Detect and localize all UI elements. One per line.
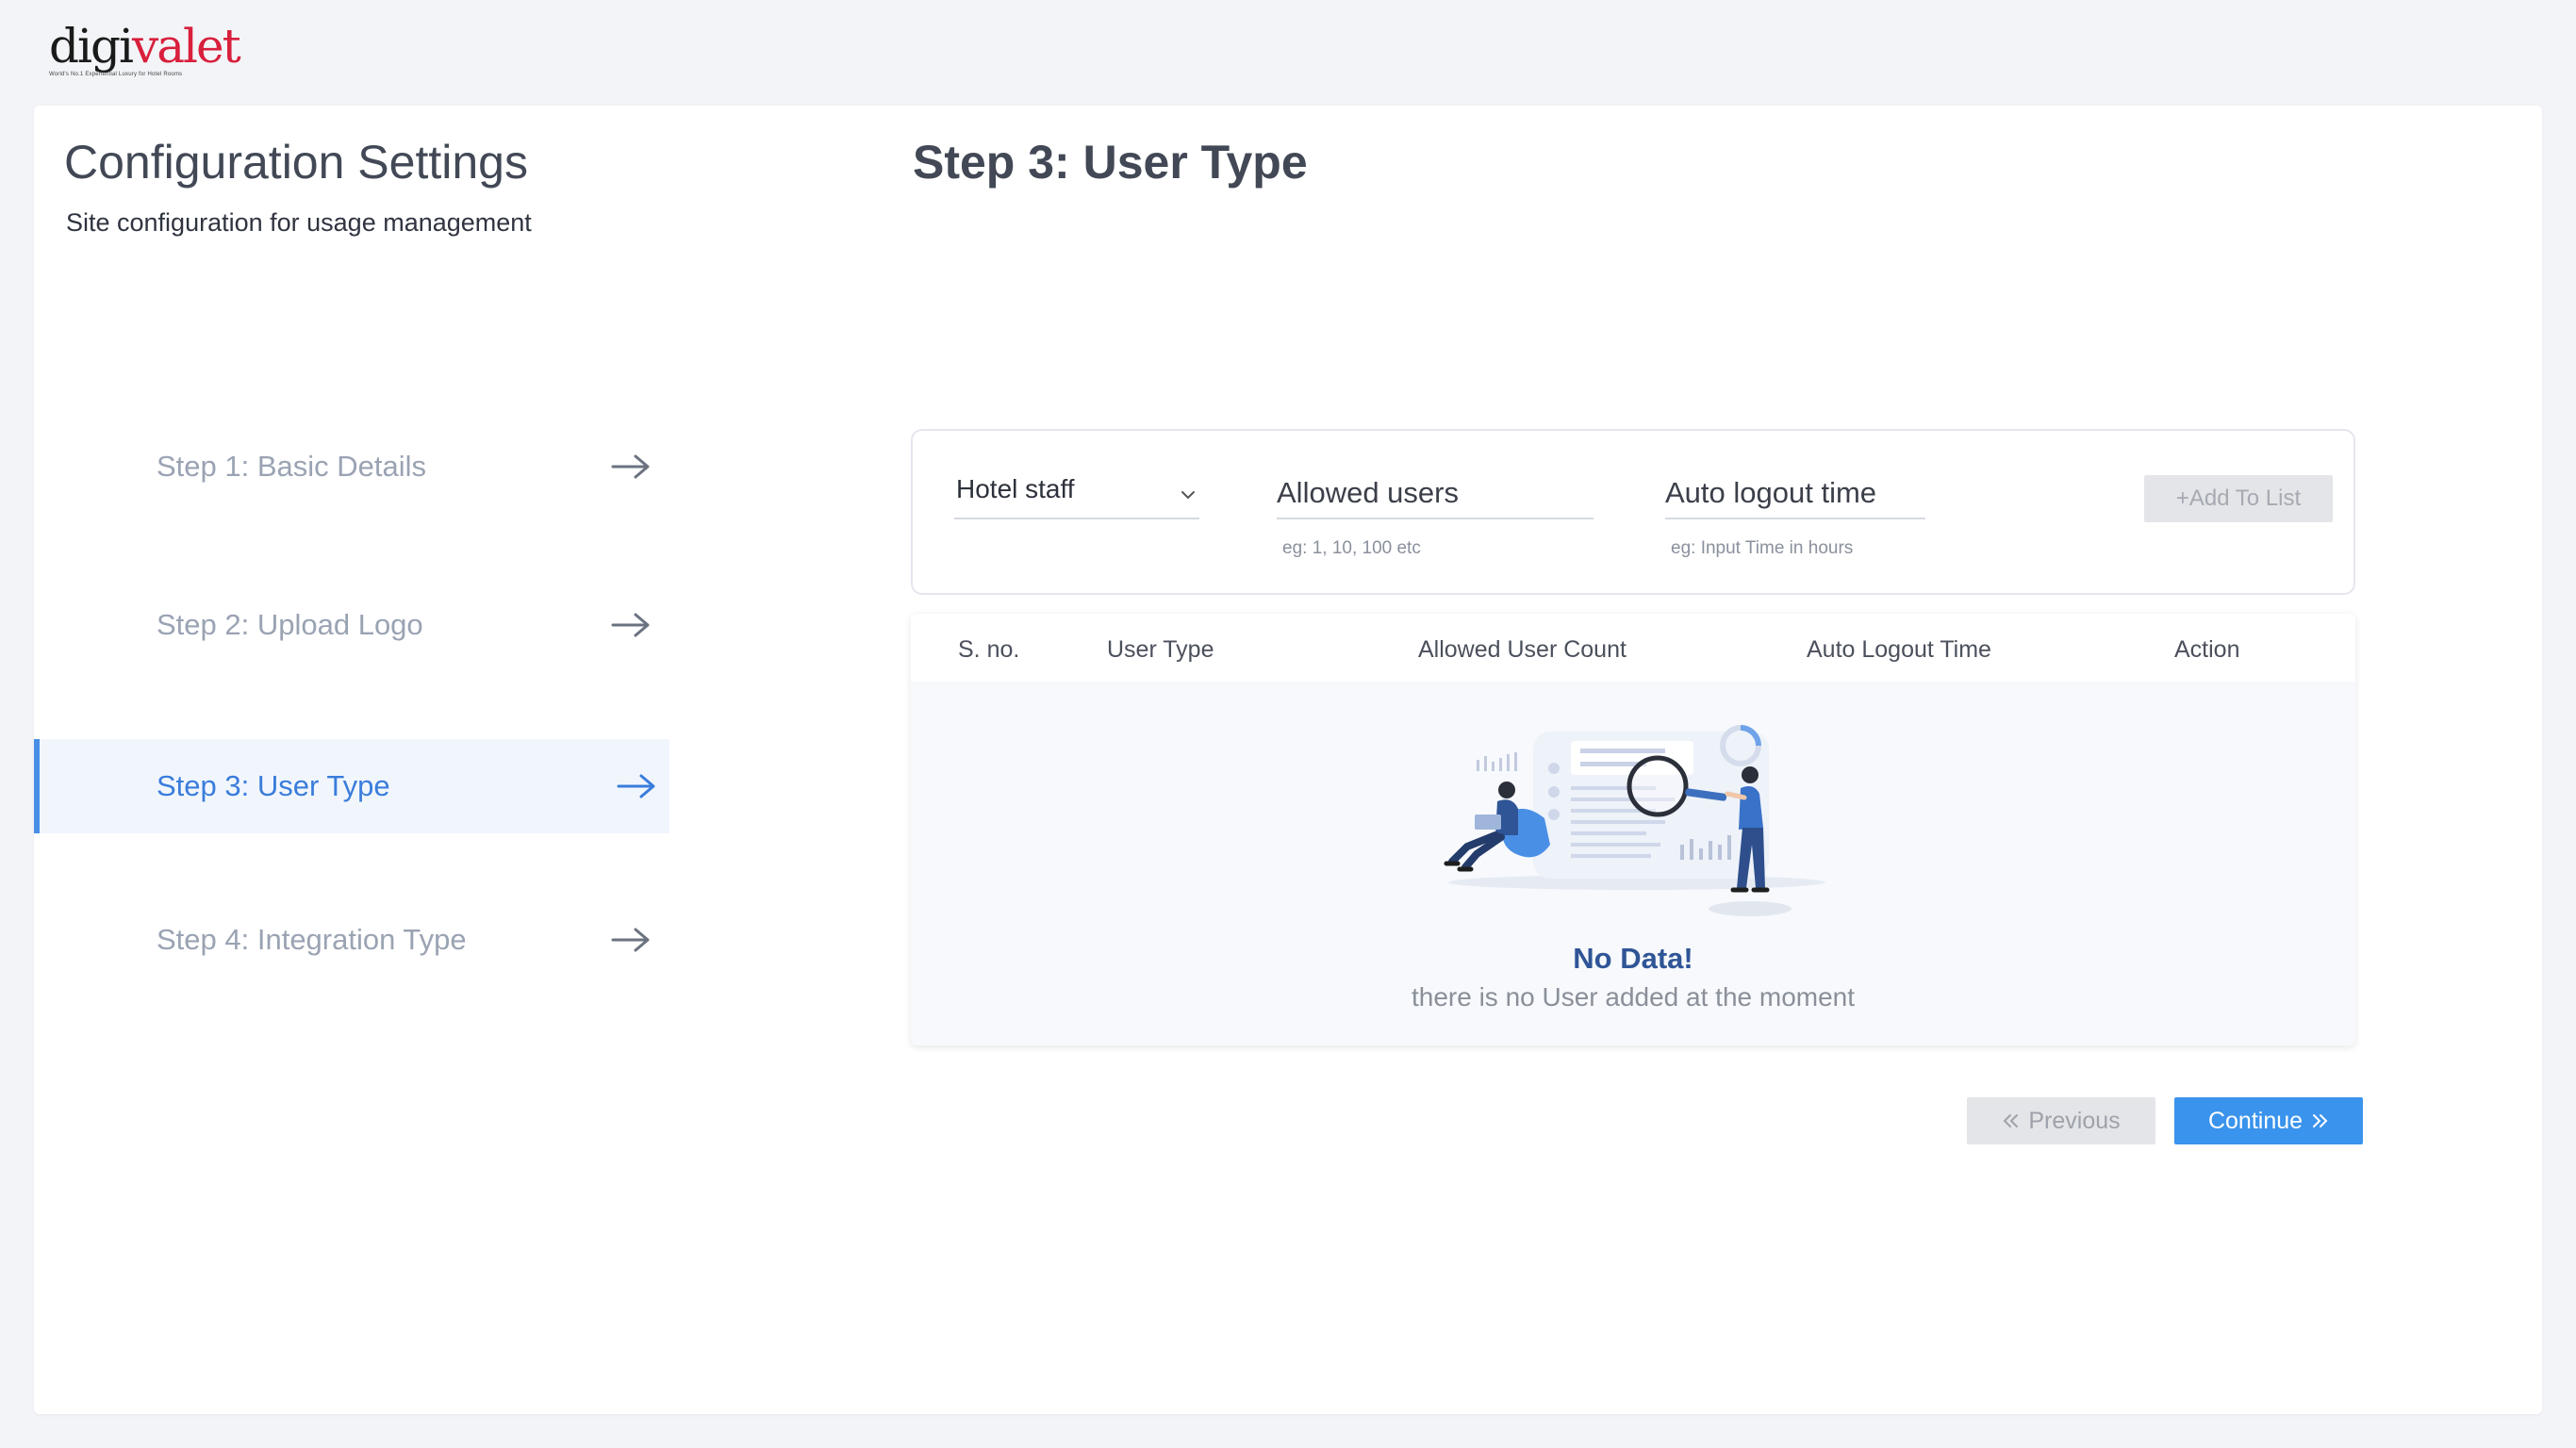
user-type-form: Hotel staff eg: 1, 10, 100 etc eg: Input… bbox=[911, 429, 2355, 595]
column-header-allowed-count: Allowed User Count bbox=[1418, 636, 1627, 663]
step-upload-logo[interactable]: Step 2: Upload Logo bbox=[34, 578, 669, 672]
step-basic-details[interactable]: Step 1: Basic Details bbox=[34, 420, 669, 514]
empty-state-title: No Data! bbox=[1573, 942, 1693, 975]
step-user-type[interactable]: Step 3: User Type bbox=[34, 739, 669, 833]
arrow-right-icon bbox=[611, 927, 651, 953]
double-chevron-right-icon bbox=[2312, 1108, 2329, 1135]
digivalet-logo: digivalet World's No.1 Experiential Luxu… bbox=[49, 23, 247, 83]
column-header-user-type: User Type bbox=[1107, 636, 1214, 663]
step-label: Step 3: User Type bbox=[157, 769, 390, 802]
step-label: Step 1: Basic Details bbox=[157, 450, 427, 483]
step-integration-type[interactable]: Step 4: Integration Type bbox=[34, 893, 669, 987]
continue-label: Continue bbox=[2207, 1107, 2304, 1134]
page-subtitle: Site configuration for usage management bbox=[66, 208, 532, 237]
table-header: S. no. User Type Allowed User Count Auto… bbox=[911, 614, 2355, 682]
step-label: Step 4: Integration Type bbox=[157, 923, 467, 956]
arrow-right-icon bbox=[611, 612, 651, 638]
auto-logout-field bbox=[1665, 470, 1925, 519]
add-to-list-button[interactable]: +Add To List bbox=[2144, 475, 2333, 522]
step-heading: Step 3: User Type bbox=[913, 136, 1308, 189]
step-label: Step 2: Upload Logo bbox=[157, 608, 423, 641]
allowed-users-hint: eg: 1, 10, 100 etc bbox=[1282, 538, 1421, 558]
logo-wordmark: digivalet bbox=[49, 19, 241, 74]
no-data-illustration bbox=[1439, 703, 1835, 925]
column-header-auto-logout: Auto Logout Time bbox=[1807, 636, 1991, 663]
user-type-select[interactable]: Hotel staff bbox=[954, 470, 1199, 519]
arrow-right-icon bbox=[617, 773, 656, 799]
previous-button[interactable]: Previous bbox=[1967, 1097, 2155, 1144]
previous-label: Previous bbox=[2028, 1107, 2121, 1134]
double-chevron-left-icon bbox=[2002, 1108, 2019, 1135]
chevron-down-icon bbox=[1181, 487, 1196, 504]
auto-logout-input[interactable] bbox=[1665, 470, 1925, 516]
allowed-users-input[interactable] bbox=[1277, 470, 1593, 516]
column-header-action: Action bbox=[2174, 636, 2240, 663]
arrow-right-icon bbox=[611, 453, 651, 480]
page: digivalet World's No.1 Experiential Luxu… bbox=[0, 0, 2576, 1448]
continue-button[interactable]: Continue bbox=[2174, 1097, 2363, 1144]
user-type-table: S. no. User Type Allowed User Count Auto… bbox=[911, 614, 2355, 1045]
column-header-sno: S. no. bbox=[958, 636, 1020, 663]
page-title: Configuration Settings bbox=[64, 136, 528, 189]
user-type-select-value: Hotel staff bbox=[956, 474, 1075, 503]
empty-state-message: there is no User added at the moment bbox=[1411, 982, 1856, 1012]
auto-logout-hint: eg: Input Time in hours bbox=[1671, 538, 1854, 558]
allowed-users-field bbox=[1277, 470, 1593, 519]
